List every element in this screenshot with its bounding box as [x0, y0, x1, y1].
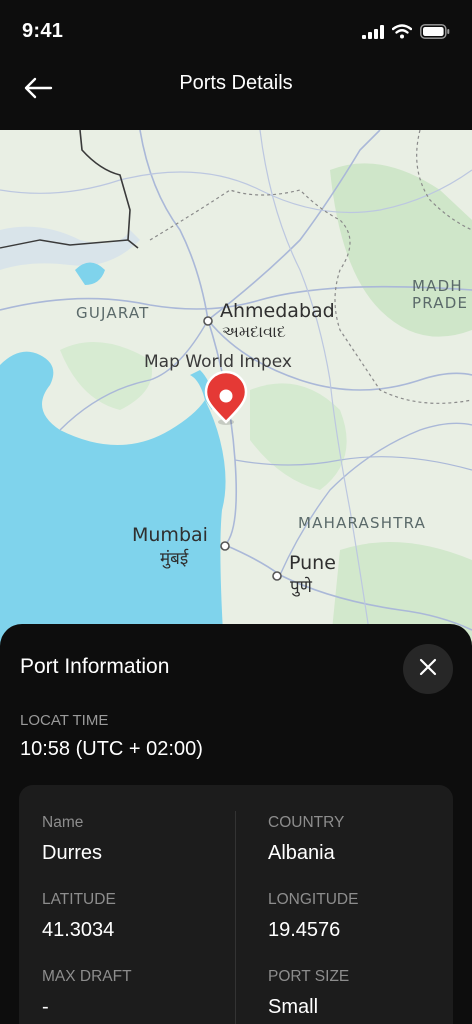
map-label-pune: Pune [289, 552, 336, 574]
close-icon [419, 658, 437, 681]
field-max-draft-label: MAX DRAFT [42, 968, 132, 985]
map-label-ahmedabad-local: અમદાવાદ [222, 322, 286, 341]
map-label-madhya-line2: PRADE [412, 294, 469, 312]
wifi-icon [391, 24, 413, 44]
port-info-card: Name Durres COUNTRY Albania LATITUDE 41.… [19, 785, 453, 1024]
field-port-size-label: PORT SIZE [268, 968, 350, 985]
map-label-ahmedabad: Ahmedabad [220, 300, 335, 322]
field-country: COUNTRY Albania [268, 814, 458, 865]
app-header: Ports Details [0, 64, 472, 130]
field-longitude: LONGITUDE 19.4576 [268, 891, 458, 942]
signal-icon [362, 24, 384, 44]
map-view[interactable]: GUJARAT Ahmedabad અમદાવાદ Map World Impe… [0, 130, 472, 650]
field-name-value: Durres [42, 842, 103, 864]
status-icons [362, 24, 450, 44]
field-max-draft: MAX DRAFT - [42, 968, 232, 1019]
field-latitude: LATITUDE 41.3034 [42, 891, 232, 942]
map-label-madhya-pradesh: MADH PRADE [412, 278, 468, 312]
map-label-gujarat: GUJARAT [76, 304, 150, 322]
map-label-mumbai-local: मुंबई [160, 549, 189, 569]
field-max-draft-value: - [42, 996, 49, 1018]
field-longitude-value: 19.4576 [268, 919, 341, 941]
port-info-sheet: Port Information LOCAT TIME 10:58 (UTC +… [0, 624, 472, 1024]
local-time-label: LOCAT TIME [20, 712, 109, 729]
field-name-label: Name [42, 814, 84, 831]
status-bar: 9:41 [0, 0, 472, 64]
field-port-size: PORT SIZE Small [268, 968, 458, 1019]
field-latitude-value: 41.3034 [42, 919, 115, 941]
map-label-madhya-line1: MADH [412, 277, 463, 295]
map-label-pune-local: पुणे [290, 577, 312, 597]
field-longitude-label: LONGITUDE [268, 891, 359, 908]
status-time: 9:41 [22, 20, 64, 42]
battery-icon [420, 24, 450, 44]
field-port-size-value: Small [268, 996, 319, 1018]
field-country-label: COUNTRY [268, 814, 345, 831]
map-canvas [0, 130, 472, 650]
local-time-value: 10:58 (UTC + 02:00) [20, 738, 203, 760]
field-latitude-label: LATITUDE [42, 891, 116, 908]
card-divider [235, 811, 236, 1024]
field-name: Name Durres [42, 814, 232, 865]
map-label-map-world-impex: Map World Impex [144, 352, 292, 372]
map-label-maharashtra: MAHARASHTRA [298, 514, 427, 532]
page-title: Ports Details [179, 72, 293, 94]
close-button[interactable] [403, 644, 453, 694]
map-label-mumbai: Mumbai [132, 524, 208, 546]
sheet-title: Port Information [20, 655, 170, 678]
field-country-value: Albania [268, 842, 335, 864]
